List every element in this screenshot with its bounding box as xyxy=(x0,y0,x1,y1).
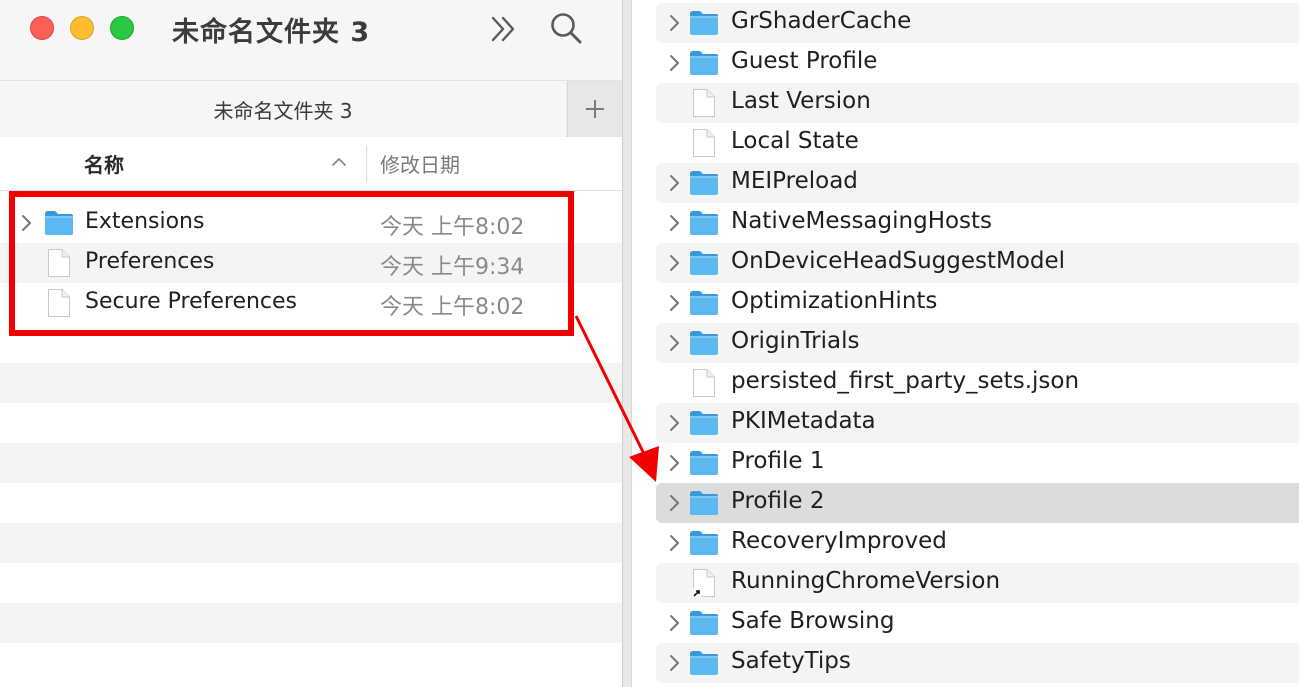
file-name: persisted_first_party_sets.json xyxy=(731,368,1080,394)
chevron-right-icon[interactable] xyxy=(668,334,682,352)
date-column-header[interactable]: 修改日期 xyxy=(380,149,460,178)
tab-current-folder[interactable]: 未命名文件夹 3 xyxy=(0,81,566,137)
chevron-double-right-icon[interactable] xyxy=(489,12,519,46)
empty-list-area xyxy=(0,323,622,683)
right-finder-window: GrShaderCache Guest Profile Last Version Lo… xyxy=(633,0,1299,687)
alias-file-icon xyxy=(692,569,715,597)
file-row[interactable]: Profile 1 xyxy=(656,443,1299,483)
folder-icon xyxy=(690,451,718,475)
minimize-window-button[interactable] xyxy=(70,16,94,40)
file-name: Local State xyxy=(731,128,859,154)
folder-icon xyxy=(690,291,718,315)
file-row[interactable]: Guest Profile xyxy=(656,43,1299,83)
chevron-right-icon[interactable] xyxy=(668,54,682,72)
tab-label: 未命名文件夹 3 xyxy=(213,98,353,123)
folder-icon xyxy=(690,651,718,675)
file-name: Safe Browsing xyxy=(731,608,895,634)
file-name: OriginTrials xyxy=(731,328,860,354)
new-tab-button[interactable] xyxy=(567,81,622,137)
chevron-right-icon[interactable] xyxy=(668,614,682,632)
document-icon xyxy=(693,89,715,117)
chevron-right-icon[interactable] xyxy=(668,214,682,232)
folder-icon xyxy=(690,171,718,195)
file-name: NativeMessagingHosts xyxy=(731,208,993,234)
file-name: GrShaderCache xyxy=(731,8,912,34)
document-icon xyxy=(693,129,715,157)
column-divider[interactable] xyxy=(366,145,367,183)
folder-icon xyxy=(690,251,718,275)
chevron-right-icon[interactable] xyxy=(668,14,682,32)
window-title: 未命名文件夹 3 xyxy=(172,17,371,48)
file-row[interactable]: SafetyTips xyxy=(656,643,1299,683)
file-row[interactable]: PKIMetadata xyxy=(656,403,1299,443)
left-finder-window: 未命名文件夹 3 未命名文件夹 3 名称 修改日期 Extensions 今天 上… xyxy=(0,0,622,687)
folder-icon xyxy=(690,51,718,75)
highlight-annotation-box xyxy=(9,191,574,336)
folder-icon xyxy=(690,611,718,635)
file-name: Guest Profile xyxy=(731,48,878,74)
folder-icon xyxy=(690,11,718,35)
file-name: Profile 1 xyxy=(731,448,825,474)
column-header: 名称 修改日期 xyxy=(0,137,622,191)
chevron-right-icon[interactable] xyxy=(668,534,682,552)
search-icon[interactable] xyxy=(548,10,584,46)
file-name: Last Version xyxy=(731,88,871,114)
chevron-right-icon[interactable] xyxy=(668,414,682,432)
file-name: MEIPreload xyxy=(731,168,858,194)
file-name: RecoveryImproved xyxy=(731,528,947,554)
folder-icon xyxy=(690,531,718,555)
chevron-right-icon[interactable] xyxy=(668,654,682,672)
file-name: OnDeviceHeadSuggestModel xyxy=(731,248,1066,274)
chevron-right-icon[interactable] xyxy=(668,174,682,192)
tab-bar: 未命名文件夹 3 xyxy=(0,80,622,137)
folder-icon xyxy=(690,331,718,355)
file-row-selected[interactable]: Profile 2 xyxy=(656,483,1299,523)
chevron-right-icon[interactable] xyxy=(668,294,682,312)
zoom-window-button[interactable] xyxy=(110,16,134,40)
plus-icon xyxy=(586,100,604,118)
file-row[interactable]: Safe Browsing xyxy=(656,603,1299,643)
chevron-right-icon[interactable] xyxy=(668,254,682,272)
chevron-right-icon[interactable] xyxy=(668,454,682,472)
file-row[interactable]: RecoveryImproved xyxy=(656,523,1299,563)
folder-icon xyxy=(690,411,718,435)
file-name: SafetyTips xyxy=(731,648,851,674)
file-row[interactable]: MEIPreload xyxy=(656,163,1299,203)
close-window-button[interactable] xyxy=(30,16,54,40)
file-row[interactable]: NativeMessagingHosts xyxy=(656,203,1299,243)
file-row[interactable]: OriginTrials xyxy=(656,323,1299,363)
chevron-right-icon[interactable] xyxy=(668,494,682,512)
folder-icon xyxy=(690,211,718,235)
file-name: PKIMetadata xyxy=(731,408,876,434)
name-column-header[interactable]: 名称 xyxy=(84,149,124,178)
file-row[interactable]: Local State xyxy=(656,123,1299,163)
file-row[interactable]: persisted_first_party_sets.json xyxy=(656,363,1299,403)
sort-ascending-icon[interactable] xyxy=(331,157,347,167)
file-name: Profile 2 xyxy=(731,488,825,514)
window-separator xyxy=(622,0,632,687)
folder-icon xyxy=(690,491,718,515)
file-name: RunningChromeVersion xyxy=(731,568,1001,594)
file-name: OptimizationHints xyxy=(731,288,938,314)
file-row[interactable]: RunningChromeVersion xyxy=(656,563,1299,603)
file-row[interactable]: OptimizationHints xyxy=(656,283,1299,323)
document-icon xyxy=(693,369,715,397)
file-row[interactable]: GrShaderCache xyxy=(656,3,1299,43)
file-row[interactable]: Last Version xyxy=(656,83,1299,123)
file-row[interactable]: OnDeviceHeadSuggestModel xyxy=(656,243,1299,283)
